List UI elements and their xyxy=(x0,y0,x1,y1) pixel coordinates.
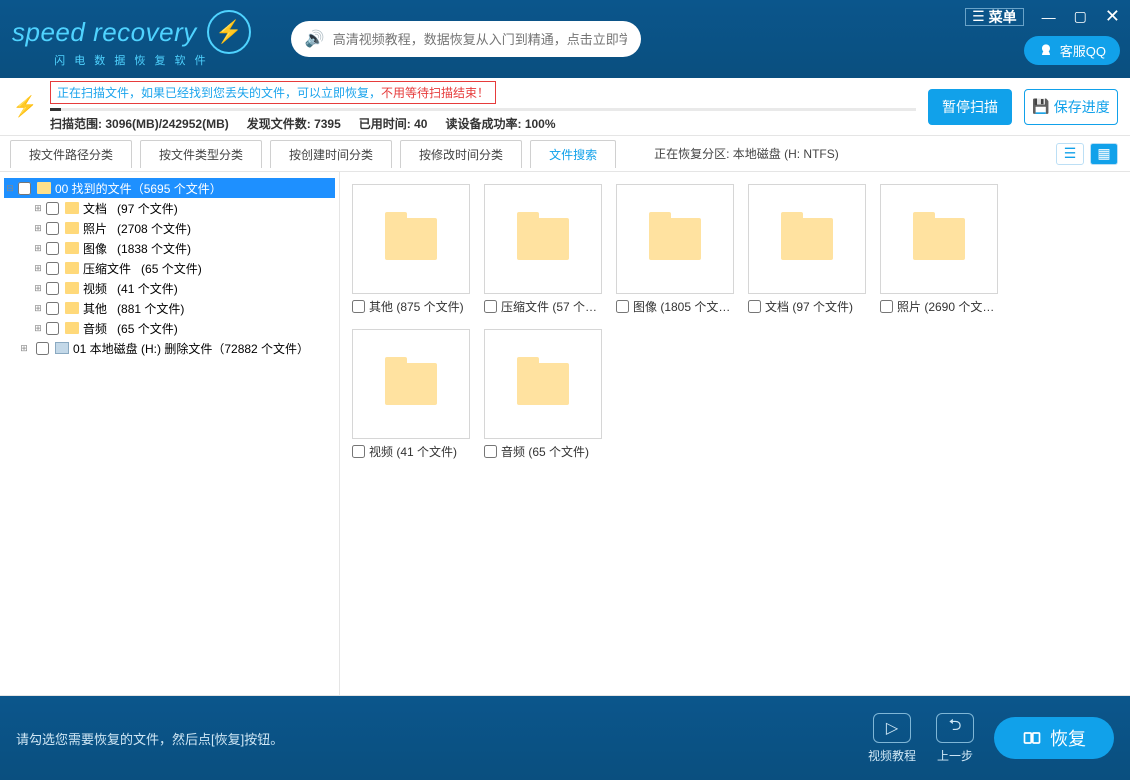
folder-icon xyxy=(781,218,833,260)
folder-icon xyxy=(65,262,79,274)
list-view-button[interactable]: ☰ xyxy=(1056,143,1084,165)
tree-checkbox[interactable] xyxy=(46,302,59,315)
scan-status-bar: ⚡ 正在扫描文件，如果已经找到您丢失的文件，可以立即恢复，不用等待扫描结束！ 扫… xyxy=(0,78,1130,136)
tree-item[interactable]: ⊞其他 (881 个文件) xyxy=(4,298,335,318)
video-tutorial-button[interactable]: ▷ 视频教程 xyxy=(868,713,916,764)
folder-icon xyxy=(517,363,569,405)
window-controls: ☰ 菜单 — ▢ ✕ xyxy=(965,6,1120,27)
save-icon: 💾 xyxy=(1032,98,1049,115)
main-content: ⊟ 00 找到的文件（5695 个文件） ⊞文档 (97 个文件) ⊞照片 (2… xyxy=(0,172,1130,696)
item-checkbox[interactable] xyxy=(352,445,365,458)
bolt-icon: ⚡ xyxy=(12,90,38,124)
item-checkbox[interactable] xyxy=(616,300,629,313)
scan-progress-bar xyxy=(50,108,916,111)
tree-root[interactable]: ⊟ 00 找到的文件（5695 个文件） xyxy=(4,178,335,198)
folder-icon xyxy=(385,218,437,260)
tab-by-path[interactable]: 按文件路径分类 xyxy=(10,140,132,168)
expand-icon[interactable]: ⊞ xyxy=(32,223,44,234)
maximize-button[interactable]: ▢ xyxy=(1074,8,1087,25)
item-checkbox[interactable] xyxy=(352,300,365,313)
grid-item[interactable]: 其他 (875 个文件) xyxy=(352,184,470,315)
expand-icon[interactable]: ⊞ xyxy=(32,283,44,294)
expand-icon[interactable]: ⊞ xyxy=(32,203,44,214)
tree-checkbox[interactable] xyxy=(46,222,59,235)
logo-subtitle: 闪 电 数 据 恢 复 软 件 xyxy=(54,52,208,68)
folder-icon xyxy=(913,218,965,260)
expand-icon[interactable]: ⊞ xyxy=(32,263,44,274)
tab-by-create-time[interactable]: 按创建时间分类 xyxy=(270,140,392,168)
tree-item[interactable]: ⊞压缩文件 (65 个文件) xyxy=(4,258,335,278)
tab-by-type[interactable]: 按文件类型分类 xyxy=(140,140,262,168)
tutorial-input[interactable] xyxy=(333,32,627,47)
tree-checkbox[interactable] xyxy=(36,342,49,355)
item-checkbox[interactable] xyxy=(484,445,497,458)
scan-info: 扫描范围: 3096(MB)/242952(MB) 发现文件数: 7395 已用… xyxy=(50,115,916,132)
tab-bar: 按文件路径分类 按文件类型分类 按创建时间分类 按修改时间分类 文件搜索 正在恢… xyxy=(0,136,1130,172)
menu-button[interactable]: ☰ 菜单 xyxy=(965,8,1024,26)
tree-item[interactable]: ⊞文档 (97 个文件) xyxy=(4,198,335,218)
expand-icon[interactable]: ⊞ xyxy=(32,303,44,314)
save-progress-button[interactable]: 💾 保存进度 xyxy=(1024,89,1118,125)
customer-service-button[interactable]: 客服QQ xyxy=(1024,36,1120,65)
tree-drive[interactable]: ⊞01 本地磁盘 (H:) 删除文件（72882 个文件） xyxy=(4,338,335,358)
expand-icon[interactable]: ⊞ xyxy=(18,343,30,354)
expand-icon[interactable]: ⊞ xyxy=(32,323,44,334)
tree-item[interactable]: ⊞图像 (1838 个文件) xyxy=(4,238,335,258)
folder-icon xyxy=(65,302,79,314)
tree-item[interactable]: ⊞音频 (65 个文件) xyxy=(4,318,335,338)
footer-tip: 请勾选您需要恢复的文件，然后点[恢复]按钮。 xyxy=(16,729,283,748)
grid-item[interactable]: 照片 (2690 个文… xyxy=(880,184,998,315)
app-footer: 请勾选您需要恢复的文件，然后点[恢复]按钮。 ▷ 视频教程 ⮌ 上一步 恢复 xyxy=(0,696,1130,780)
grid-view-button[interactable]: ▦ xyxy=(1090,143,1118,165)
sound-icon: 🔊 xyxy=(305,29,325,49)
item-checkbox[interactable] xyxy=(748,300,761,313)
tab-file-search[interactable]: 文件搜索 xyxy=(530,140,616,168)
folder-icon xyxy=(385,363,437,405)
minimize-button[interactable]: — xyxy=(1042,9,1056,25)
tree-checkbox[interactable] xyxy=(46,262,59,275)
pause-scan-button[interactable]: 暂停扫描 xyxy=(928,89,1012,125)
grid-item[interactable]: 压缩文件 (57 个… xyxy=(484,184,602,315)
tutorial-banner[interactable]: 🔊 xyxy=(291,21,641,57)
tree-checkbox[interactable] xyxy=(46,202,59,215)
disk-icon xyxy=(55,342,69,354)
partition-label: 正在恢复分区: 本地磁盘 (H: NTFS) xyxy=(654,145,839,162)
recover-button[interactable]: 恢复 xyxy=(994,717,1114,759)
back-icon: ⮌ xyxy=(936,713,974,743)
close-button[interactable]: ✕ xyxy=(1105,6,1120,27)
folder-icon xyxy=(65,202,79,214)
tree-checkbox[interactable] xyxy=(18,182,31,195)
item-checkbox[interactable] xyxy=(484,300,497,313)
expand-icon[interactable]: ⊞ xyxy=(32,243,44,254)
collapse-icon[interactable]: ⊟ xyxy=(4,183,16,194)
tree-checkbox[interactable] xyxy=(46,282,59,295)
folder-icon xyxy=(65,322,79,334)
play-icon: ▷ xyxy=(873,713,911,743)
grid-item[interactable]: 图像 (1805 个文… xyxy=(616,184,734,315)
folder-icon xyxy=(65,222,79,234)
grid-item[interactable]: 文档 (97 个文件) xyxy=(748,184,866,315)
scan-message: 正在扫描文件，如果已经找到您丢失的文件，可以立即恢复，不用等待扫描结束！ xyxy=(50,81,496,104)
folder-icon xyxy=(37,182,51,194)
folder-icon xyxy=(649,218,701,260)
app-header: speed recovery ⚡ 闪 电 数 据 恢 复 软 件 🔊 ☰ 菜单 … xyxy=(0,0,1130,78)
folder-icon xyxy=(517,218,569,260)
file-tree[interactable]: ⊟ 00 找到的文件（5695 个文件） ⊞文档 (97 个文件) ⊞照片 (2… xyxy=(0,172,340,695)
bolt-icon: ⚡ xyxy=(207,10,251,54)
grid-item[interactable]: 视频 (41 个文件) xyxy=(352,329,470,460)
file-grid: 其他 (875 个文件) 压缩文件 (57 个… 图像 (1805 个文… 文档… xyxy=(340,172,1130,695)
logo: speed recovery ⚡ 闪 电 数 据 恢 复 软 件 xyxy=(12,10,251,68)
item-checkbox[interactable] xyxy=(880,300,893,313)
grid-item[interactable]: 音频 (65 个文件) xyxy=(484,329,602,460)
tree-item[interactable]: ⊞照片 (2708 个文件) xyxy=(4,218,335,238)
logo-text: speed recovery xyxy=(12,17,197,48)
back-button[interactable]: ⮌ 上一步 xyxy=(936,713,974,764)
tree-item[interactable]: ⊞视频 (41 个文件) xyxy=(4,278,335,298)
tree-checkbox[interactable] xyxy=(46,242,59,255)
folder-icon xyxy=(65,242,79,254)
tree-checkbox[interactable] xyxy=(46,322,59,335)
folder-icon xyxy=(65,282,79,294)
tab-by-modify-time[interactable]: 按修改时间分类 xyxy=(400,140,522,168)
